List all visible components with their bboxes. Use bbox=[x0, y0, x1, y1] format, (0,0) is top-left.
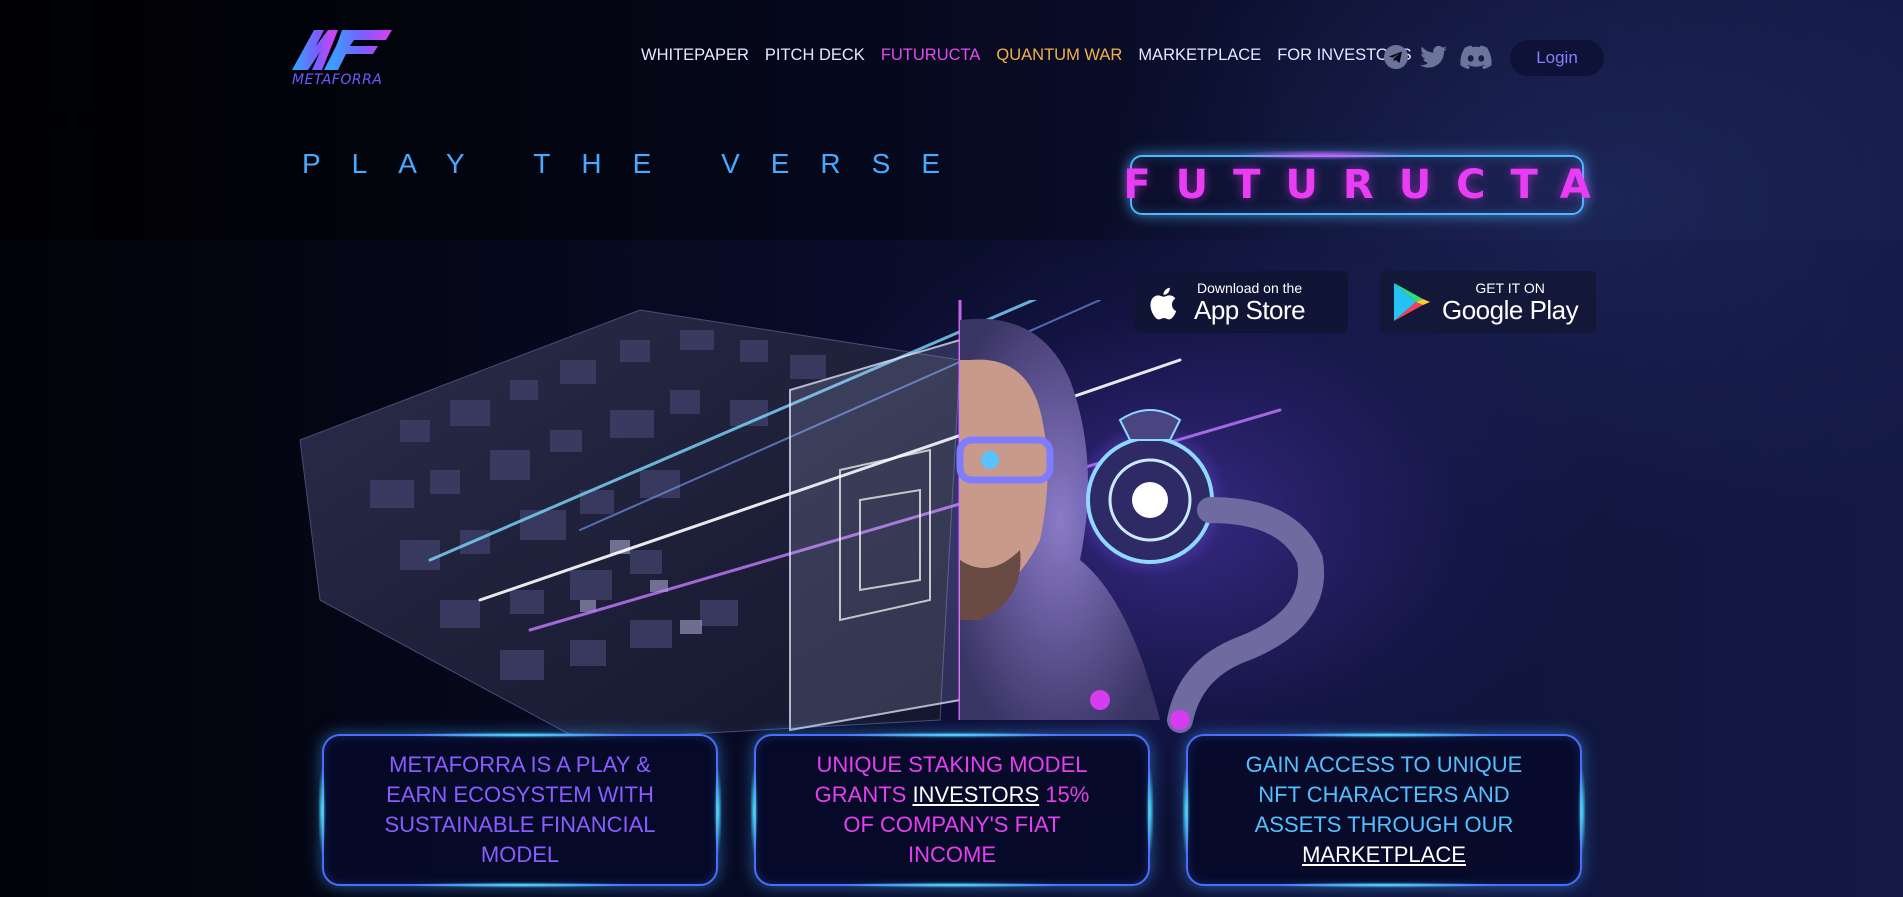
nav-quantum-war[interactable]: QUANTUM WAR bbox=[996, 46, 1122, 65]
hero-tagline: PLAY THE VERSE bbox=[302, 148, 971, 179]
nav-pitch-deck[interactable]: PITCH DECK bbox=[765, 46, 865, 65]
logo-text: METAFORRA bbox=[292, 72, 383, 88]
app-store-small: Download on the bbox=[1197, 280, 1303, 296]
discord-icon[interactable] bbox=[1459, 44, 1493, 70]
logo-mark-icon bbox=[292, 30, 392, 70]
marketplace-link[interactable]: MARKETPLACE bbox=[1302, 842, 1466, 867]
futuructa-title-box: FUTURUCTA bbox=[1123, 150, 1591, 215]
nav-marketplace[interactable]: MARKETPLACE bbox=[1138, 46, 1261, 65]
investors-link[interactable]: INVESTORS bbox=[912, 782, 1039, 807]
feature-card-nft-text: GAIN ACCESS TO UNIQUE NFT CHARACTERS AND… bbox=[1236, 750, 1532, 870]
google-play-small: GET IT ON bbox=[1475, 280, 1545, 296]
card-glow bbox=[836, 732, 1068, 738]
feature-card-staking: UNIQUE STAKING MODEL GRANTS INVESTORS 15… bbox=[750, 732, 1154, 888]
social-links bbox=[1383, 44, 1493, 70]
google-play-icon bbox=[1394, 283, 1430, 321]
card-glow bbox=[404, 882, 636, 888]
card-glow bbox=[836, 882, 1068, 888]
nft-text-pre: GAIN ACCESS TO UNIQUE NFT CHARACTERS AND… bbox=[1245, 752, 1523, 837]
main-nav: WHITEPAPER PITCH DECK FUTURUCTA QUANTUM … bbox=[641, 46, 1412, 65]
header-band bbox=[0, 0, 1903, 240]
card-glow bbox=[404, 732, 636, 738]
feature-card-nft: GAIN ACCESS TO UNIQUE NFT CHARACTERS AND… bbox=[1182, 732, 1586, 888]
twitter-icon[interactable] bbox=[1419, 44, 1449, 70]
feature-card-ecosystem: METAFORRA IS A PLAY & EARN ECOSYSTEM WIT… bbox=[318, 732, 722, 888]
feature-card-staking-text: UNIQUE STAKING MODEL GRANTS INVESTORS 15… bbox=[804, 750, 1100, 870]
google-play-button[interactable]: GET IT ON Google Play bbox=[1380, 271, 1596, 333]
nav-futuructa[interactable]: FUTURUCTA bbox=[881, 46, 981, 65]
card-glow bbox=[1268, 732, 1500, 738]
glass-cube bbox=[789, 338, 961, 732]
metaforra-logo[interactable]: METAFORRA bbox=[292, 26, 402, 90]
hero-illustration bbox=[299, 300, 1325, 741]
google-play-big: Google Play bbox=[1442, 295, 1579, 325]
telegram-icon[interactable] bbox=[1383, 44, 1409, 70]
nav-whitepaper[interactable]: WHITEPAPER bbox=[641, 46, 749, 65]
login-button[interactable]: Login bbox=[1510, 40, 1604, 76]
feature-card-ecosystem-text: METAFORRA IS A PLAY & EARN ECOSYSTEM WIT… bbox=[384, 752, 656, 867]
futuructa-title: FUTURUCTA bbox=[1123, 162, 1616, 208]
card-glow bbox=[1268, 882, 1500, 888]
